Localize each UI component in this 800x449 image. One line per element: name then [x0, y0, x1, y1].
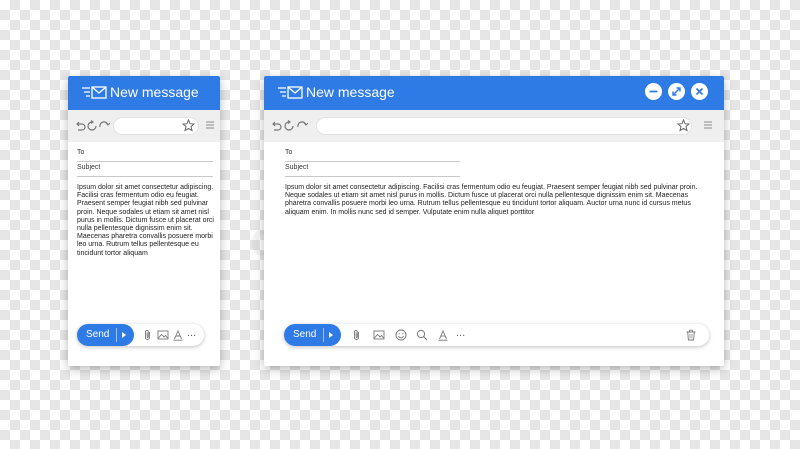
message-body[interactable]: Ipsum dolor sit amet consectetur adipisc…	[77, 184, 217, 258]
redo-all-icon[interactable]	[86, 120, 98, 132]
window-title: New message	[110, 84, 199, 100]
more-options-icon[interactable]: ...	[456, 327, 465, 339]
address-bar[interactable]	[316, 117, 692, 135]
send-button[interactable]: Send	[77, 324, 134, 346]
maximize-icon	[672, 87, 681, 96]
attach-icon[interactable]	[351, 329, 363, 341]
subject-field[interactable]: Subject	[77, 162, 213, 177]
close-button[interactable]	[691, 83, 708, 100]
send-options-arrow-icon[interactable]	[329, 332, 333, 338]
compose-actions: Send ...	[77, 324, 204, 346]
redo-icon[interactable]	[98, 120, 110, 132]
title-bar: New message	[264, 76, 724, 110]
menu-icon[interactable]	[703, 120, 713, 130]
maximize-button[interactable]	[668, 83, 685, 100]
message-body[interactable]: Ipsum dolor sit amet consectetur adipisc…	[285, 184, 705, 217]
more-options-icon[interactable]: ...	[187, 327, 196, 339]
send-label: Send	[293, 329, 317, 340]
mail-icon	[82, 86, 107, 99]
redo-all-icon[interactable]	[283, 120, 295, 132]
send-options-arrow-icon[interactable]	[122, 332, 126, 338]
minimize-icon	[649, 90, 658, 93]
image-icon[interactable]	[157, 329, 169, 341]
title-bar: New message	[68, 76, 220, 110]
send-button[interactable]: Send	[284, 324, 341, 346]
compose-window-small: New message To Subject Ipsum dolor sit a…	[68, 76, 220, 366]
star-icon[interactable]	[182, 119, 195, 132]
to-field[interactable]: To	[77, 147, 213, 162]
text-format-icon[interactable]	[172, 329, 184, 341]
star-icon[interactable]	[677, 119, 690, 132]
send-label: Send	[86, 329, 110, 340]
undo-icon[interactable]	[270, 120, 282, 132]
redo-icon[interactable]	[296, 120, 308, 132]
browser-toolbar	[68, 110, 220, 142]
menu-icon[interactable]	[205, 120, 215, 130]
compose-window-large: New message To Subject Ipsum dolor sit a…	[264, 76, 724, 366]
browser-toolbar	[264, 110, 724, 142]
subject-field[interactable]: Subject	[285, 162, 460, 177]
compose-actions: Send ...	[284, 324, 709, 346]
mail-icon	[278, 86, 303, 99]
emoji-icon[interactable]	[395, 329, 407, 341]
image-icon[interactable]	[373, 329, 385, 341]
window-title: New message	[306, 84, 395, 100]
send-separator	[323, 328, 324, 342]
attach-icon[interactable]	[142, 329, 154, 341]
send-separator	[116, 328, 117, 342]
close-icon	[695, 87, 704, 96]
trash-icon[interactable]	[685, 329, 697, 341]
undo-icon[interactable]	[74, 120, 86, 132]
text-format-icon[interactable]	[437, 329, 449, 341]
minimize-button[interactable]	[645, 83, 662, 100]
to-field[interactable]: To	[285, 147, 460, 162]
search-icon[interactable]	[416, 329, 428, 341]
